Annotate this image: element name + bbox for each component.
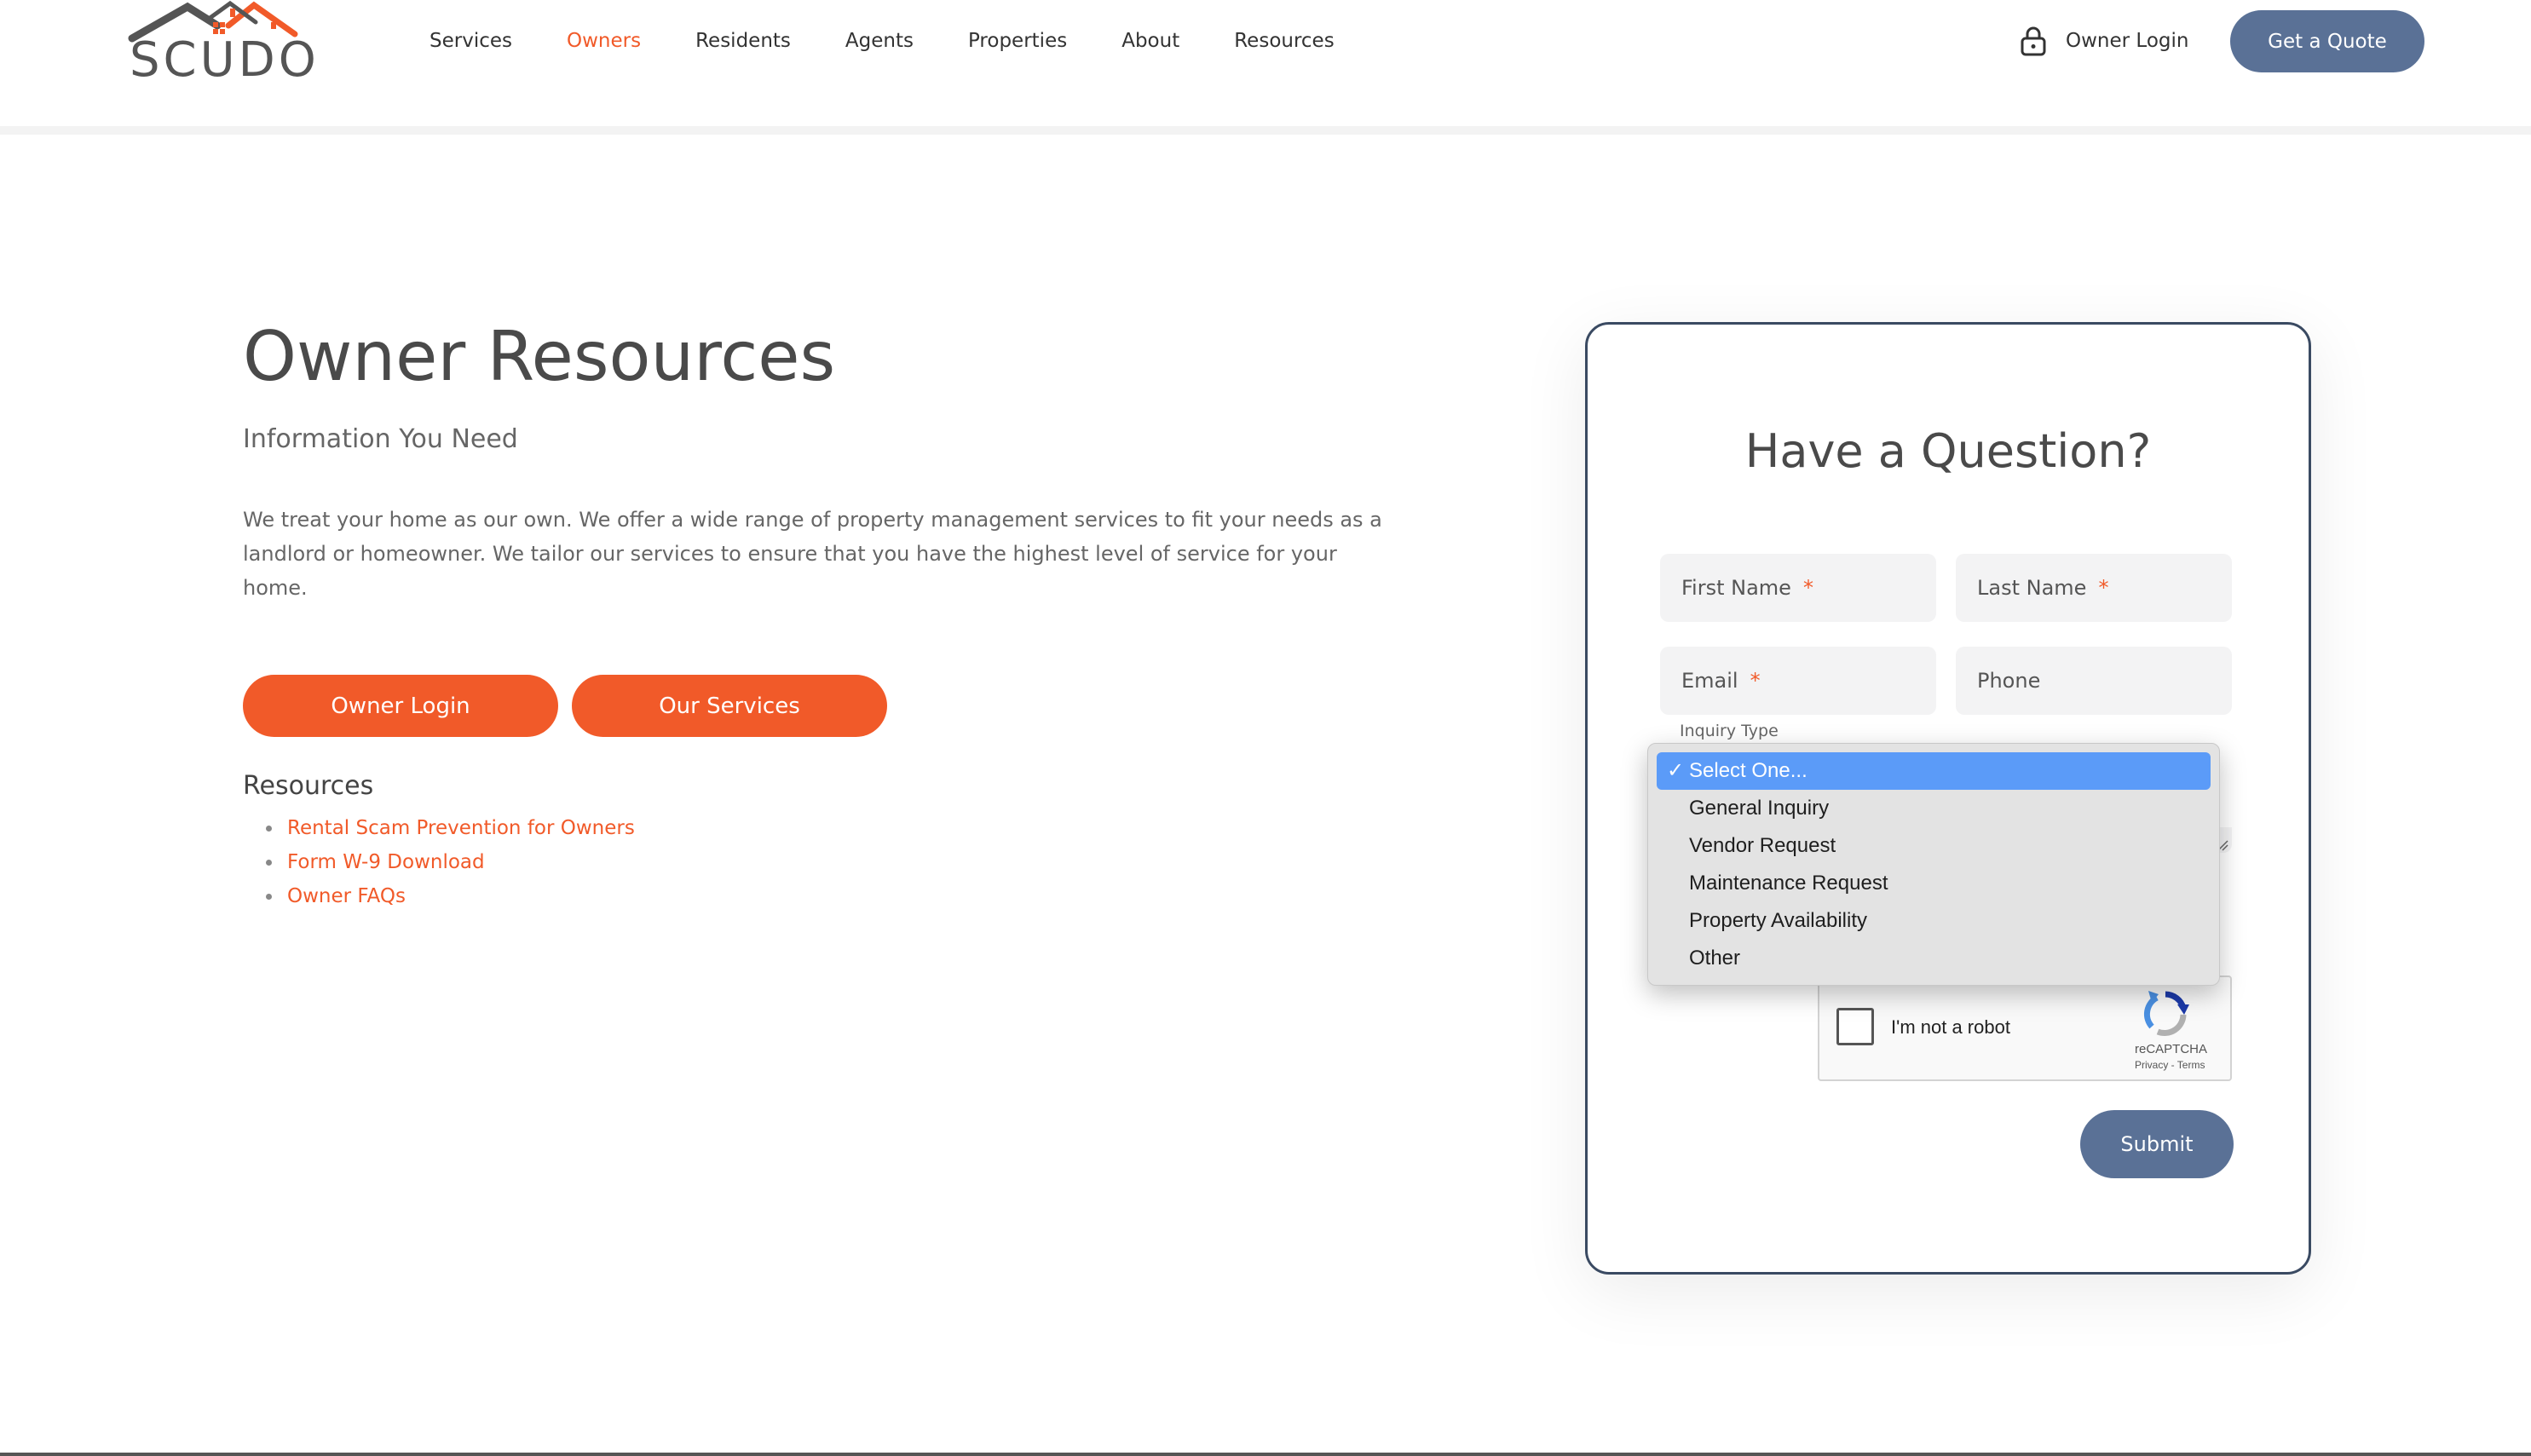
resource-link-faqs[interactable]: Owner FAQs bbox=[266, 879, 635, 913]
lock-icon bbox=[2021, 26, 2046, 56]
option-label: Select One... bbox=[1689, 759, 1807, 782]
resources-heading: Resources bbox=[243, 771, 374, 801]
resource-link-scam-prevention[interactable]: Rental Scam Prevention for Owners bbox=[266, 811, 635, 845]
dropdown-option-general-inquiry[interactable]: General Inquiry bbox=[1657, 790, 2211, 827]
nav-about[interactable]: About bbox=[1121, 24, 1179, 58]
recaptcha-icon bbox=[2143, 991, 2189, 1036]
checkmark-icon: ✓ bbox=[1667, 759, 1685, 782]
nav-residents[interactable]: Residents bbox=[695, 24, 791, 58]
nav-agents[interactable]: Agents bbox=[845, 24, 914, 58]
phone-placeholder: Phone bbox=[1977, 669, 2041, 693]
submit-button[interactable]: Submit bbox=[2080, 1110, 2234, 1178]
dropdown-option-other[interactable]: Other bbox=[1657, 940, 2211, 977]
email-placeholder: Email bbox=[1681, 669, 1738, 693]
last-name-field[interactable]: Last Name * bbox=[1956, 554, 2232, 622]
nav-properties[interactable]: Properties bbox=[968, 24, 1067, 58]
dropdown-option-maintenance-request[interactable]: Maintenance Request bbox=[1657, 865, 2211, 902]
nav-resources[interactable]: Resources bbox=[1234, 24, 1334, 58]
recaptcha-brand: reCAPTCHA bbox=[2135, 1042, 2208, 1056]
inquiry-type-label: Inquiry Type bbox=[1680, 722, 1779, 740]
nav-owners[interactable]: Owners bbox=[567, 24, 641, 58]
resource-link-w9[interactable]: Form W-9 Download bbox=[266, 845, 635, 879]
get-a-quote-button[interactable]: Get a Quote bbox=[2230, 10, 2424, 72]
main-nav: Services Owners Residents Agents Propert… bbox=[430, 24, 1389, 58]
owner-login-label: Owner Login bbox=[2066, 30, 2189, 52]
form-title: Have a Question? bbox=[1744, 424, 2152, 478]
nav-services[interactable]: Services bbox=[430, 24, 512, 58]
required-mark: * bbox=[1750, 669, 1761, 693]
dropdown-option-property-availability[interactable]: Property Availability bbox=[1657, 902, 2211, 940]
site-header: SCUDO Services Owners Residents Agents P… bbox=[0, 0, 2531, 135]
required-mark: * bbox=[2098, 576, 2109, 600]
header-owner-login-link[interactable]: Owner Login bbox=[2020, 20, 2188, 61]
logo-wordmark: SCUDO bbox=[130, 32, 320, 88]
recaptcha-privacy-terms[interactable]: Privacy - Terms bbox=[2135, 1059, 2205, 1071]
required-mark: * bbox=[1802, 576, 1813, 600]
page-subtitle: Information You Need bbox=[243, 424, 518, 454]
first-name-field[interactable]: First Name * bbox=[1660, 554, 1936, 622]
intro-paragraph: We treat your home as our own. We offer … bbox=[243, 508, 1382, 600]
dropdown-option-select-one[interactable]: ✓ Select One... bbox=[1657, 752, 2211, 790]
scudo-logo[interactable]: SCUDO bbox=[128, 0, 316, 88]
inquiry-type-dropdown[interactable]: ✓ Select One... General Inquiry Vendor R… bbox=[1647, 743, 2220, 986]
phone-field[interactable]: Phone bbox=[1956, 647, 2232, 715]
page-title: Owner Resources bbox=[243, 317, 836, 396]
email-field[interactable]: Email * bbox=[1660, 647, 1936, 715]
dropdown-option-vendor-request[interactable]: Vendor Request bbox=[1657, 827, 2211, 865]
footer-divider bbox=[0, 1453, 2531, 1456]
last-name-placeholder: Last Name bbox=[1977, 576, 2087, 600]
recaptcha-checkbox[interactable] bbox=[1836, 1008, 1874, 1045]
owner-login-button[interactable]: Owner Login bbox=[243, 675, 558, 737]
recaptcha-label: I'm not a robot bbox=[1891, 1016, 2010, 1038]
resources-list: Rental Scam Prevention for Owners Form W… bbox=[266, 811, 635, 913]
recaptcha-widget: I'm not a robot reCAPTCHA Privacy - Term… bbox=[1818, 975, 2232, 1081]
our-services-button[interactable]: Our Services bbox=[572, 675, 887, 737]
first-name-placeholder: First Name bbox=[1681, 576, 1791, 600]
